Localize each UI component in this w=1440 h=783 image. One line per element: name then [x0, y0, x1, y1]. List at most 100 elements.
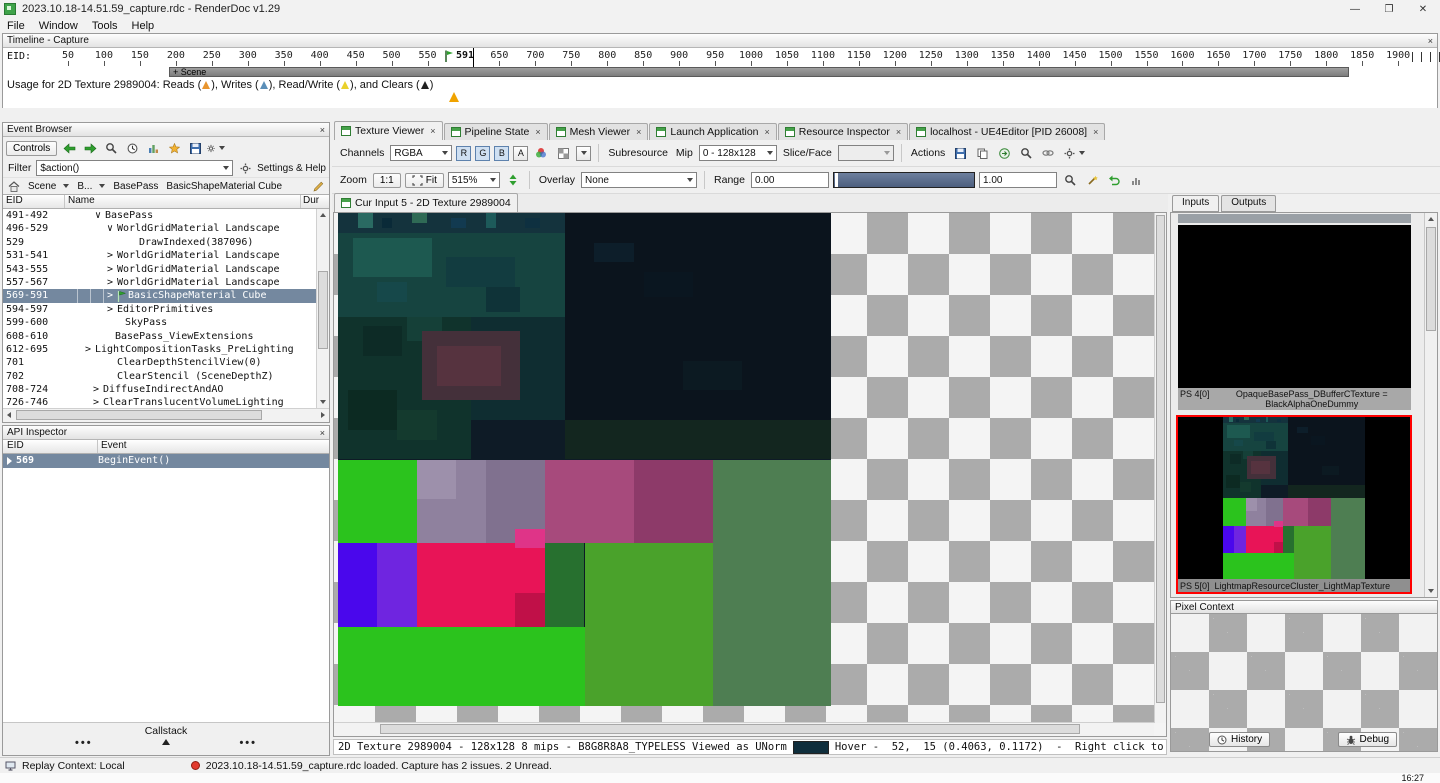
menu-window[interactable]: Window — [32, 20, 85, 32]
tree-arrow-icon[interactable]: > — [107, 249, 117, 262]
event-row[interactable]: 496-529 ∨ WorldGridMaterial Landscape — [3, 222, 329, 235]
tab-localhost-ue4editor-pid-26008-[interactable]: localhost - UE4Editor [PID 26008] × — [909, 123, 1106, 140]
tab-launch-application[interactable]: Launch Application × — [649, 123, 777, 140]
event-row[interactable]: 708-724 > DiffuseIndirectAndAO — [3, 383, 329, 396]
menu-file[interactable]: File — [0, 20, 32, 32]
home-icon[interactable] — [5, 178, 23, 194]
viewport-vertical-scrollbar[interactable] — [1154, 213, 1166, 723]
tab-close-icon[interactable]: × — [636, 127, 641, 137]
tree-arrow-icon[interactable]: ∨ — [107, 222, 117, 235]
range-min-input[interactable]: 0.00 — [751, 172, 829, 188]
range-slider-handle[interactable] — [835, 173, 838, 187]
breadcrumb-item[interactable]: BasePass — [109, 179, 162, 193]
bookmark-icon[interactable] — [165, 140, 183, 156]
step-back-icon[interactable] — [60, 140, 78, 156]
event-row[interactable]: 594-597 > EditorPrimitives — [3, 303, 329, 316]
tree-arrow-icon[interactable]: > — [93, 383, 103, 396]
save-texture-icon[interactable] — [951, 145, 969, 161]
find-icon[interactable] — [102, 140, 120, 156]
scroll-up-icon[interactable] — [1425, 213, 1437, 225]
event-row[interactable]: 529 DrawIndexed(387096) — [3, 236, 329, 249]
scrollbar-thumb[interactable] — [1156, 215, 1165, 703]
channel-b-button[interactable]: B — [494, 145, 510, 161]
tree-arrow-icon[interactable]: ∨ — [95, 209, 105, 222]
event-browser-horizontal-scrollbar[interactable] — [3, 408, 329, 422]
filter-combo[interactable]: $action() — [36, 160, 234, 176]
menu-help[interactable]: Help — [125, 20, 162, 32]
alpha-checkerboard-icon[interactable] — [554, 145, 572, 161]
api-inspector-close-icon[interactable]: × — [320, 428, 325, 438]
thumbnail-dbuffer-texture[interactable] — [1178, 225, 1411, 388]
link-icon[interactable] — [1039, 145, 1057, 161]
scroll-down-icon[interactable] — [1425, 585, 1437, 597]
range-max-input[interactable]: 1.00 — [979, 172, 1057, 188]
tab-outputs[interactable]: Outputs — [1221, 195, 1277, 212]
event-browser-column-headers[interactable]: EID Name Dur — [3, 194, 329, 209]
close-button[interactable]: ✕ — [1406, 0, 1440, 18]
tab-close-icon[interactable]: × — [896, 127, 901, 137]
step-forward-icon[interactable] — [81, 140, 99, 156]
edit-breadcrumb-pencil-icon[interactable] — [309, 178, 327, 194]
menu-tools[interactable]: Tools — [85, 20, 125, 32]
tree-arrow-icon[interactable]: > — [107, 263, 117, 276]
minimize-button[interactable]: — — [1338, 0, 1372, 18]
pixel-context-view[interactable]: History Debug — [1170, 614, 1438, 752]
timeline-close-icon[interactable]: × — [1428, 36, 1433, 46]
timeline-ruler[interactable]: EID: 591 + Scene Usage for 2D Texture 29… — [3, 48, 1440, 108]
timeline-scene-bar[interactable]: + Scene — [169, 67, 1349, 77]
event-row[interactable]: 608-610 BasePass_ViewExtensions — [3, 330, 329, 343]
texture-viewport[interactable] — [333, 212, 1167, 737]
replay-context-label[interactable]: Replay Context: Local — [22, 760, 125, 772]
column-event[interactable]: Event — [98, 440, 329, 453]
splitter-grip[interactable]: ••• — [75, 737, 93, 749]
debug-button[interactable]: Debug — [1337, 732, 1397, 747]
tab-texture-viewer[interactable]: Texture Viewer × — [334, 121, 443, 140]
texture-image[interactable] — [338, 213, 831, 706]
controls-button[interactable]: Controls — [6, 140, 58, 156]
channel-a-button[interactable]: A — [513, 145, 529, 161]
issues-indicator-icon[interactable] — [190, 761, 200, 770]
column-duration[interactable]: Dur — [300, 195, 329, 208]
event-row[interactable]: 531-541 > WorldGridMaterial Landscape — [3, 249, 329, 262]
event-row[interactable]: 557-567 > WorldGridMaterial Landscape — [3, 276, 329, 289]
splitter-grip[interactable]: ••• — [239, 737, 257, 749]
tab-close-icon[interactable]: × — [535, 127, 540, 137]
api-inspector-column-headers[interactable]: EID Event — [3, 440, 329, 454]
range-slider[interactable] — [833, 172, 975, 188]
settings-icon[interactable] — [207, 140, 226, 156]
tab-mesh-viewer[interactable]: Mesh Viewer × — [548, 123, 649, 140]
breadcrumb-item[interactable]: BasicShapeMaterial Cube — [162, 179, 286, 193]
event-row[interactable]: 612-695 > LightCompositionTasks_PreLightin… — [3, 343, 329, 356]
tab-inputs[interactable]: Inputs — [1172, 195, 1220, 212]
range-reset-icon[interactable] — [1105, 172, 1123, 188]
event-row[interactable]: 543-555 > WorldGridMaterial Landscape — [3, 263, 329, 276]
event-row[interactable]: 569-591 > BasicShapeMaterial Cube — [3, 289, 329, 303]
tree-arrow-icon[interactable]: > — [107, 303, 117, 316]
event-row[interactable]: 702 ClearStencil (SceneDepthZ) — [3, 370, 329, 383]
slice-face-combo[interactable] — [837, 145, 894, 161]
overlay-combo[interactable]: None — [581, 172, 698, 188]
tree-arrow-icon[interactable]: > — [85, 343, 95, 356]
tab-cur-input-texture[interactable]: Cur Input 5 - 2D Texture 2989004 — [334, 193, 518, 212]
tree-arrow-icon[interactable]: > — [107, 289, 117, 302]
zoom-fit-button[interactable]: Fit — [404, 172, 444, 188]
custom-tools-dropdown[interactable] — [1061, 145, 1087, 161]
channel-options-dropdown[interactable] — [576, 145, 592, 161]
event-row[interactable]: 701 ClearDepthStencilView(0) — [3, 356, 329, 369]
event-row[interactable]: 726-746 > ClearTranslucentVolumeLighting — [3, 396, 329, 408]
range-zoom-icon[interactable] — [1061, 172, 1079, 188]
api-row[interactable]: 569 BeginEvent() — [3, 454, 329, 468]
thumbnail-lightmap-texture-selected[interactable]: PS 5[0] LightmapResourceCluster_LightMap… — [1176, 415, 1412, 594]
save-icon[interactable] — [186, 140, 204, 156]
scrollbar-thumb[interactable] — [1426, 227, 1436, 331]
column-name[interactable]: Name — [65, 195, 300, 208]
maximize-button[interactable]: ❐ — [1372, 0, 1406, 18]
scrollbar-thumb[interactable] — [16, 410, 262, 420]
event-browser-vertical-scrollbar[interactable] — [316, 209, 329, 408]
scrollbar-thumb[interactable] — [318, 271, 328, 349]
history-button[interactable]: History — [1209, 732, 1271, 747]
histogram-icon[interactable] — [1127, 172, 1145, 188]
breadcrumb-item[interactable]: Scene — [24, 179, 73, 193]
column-eid[interactable]: EID — [3, 440, 98, 453]
callstack-expand-icon[interactable] — [162, 739, 170, 745]
